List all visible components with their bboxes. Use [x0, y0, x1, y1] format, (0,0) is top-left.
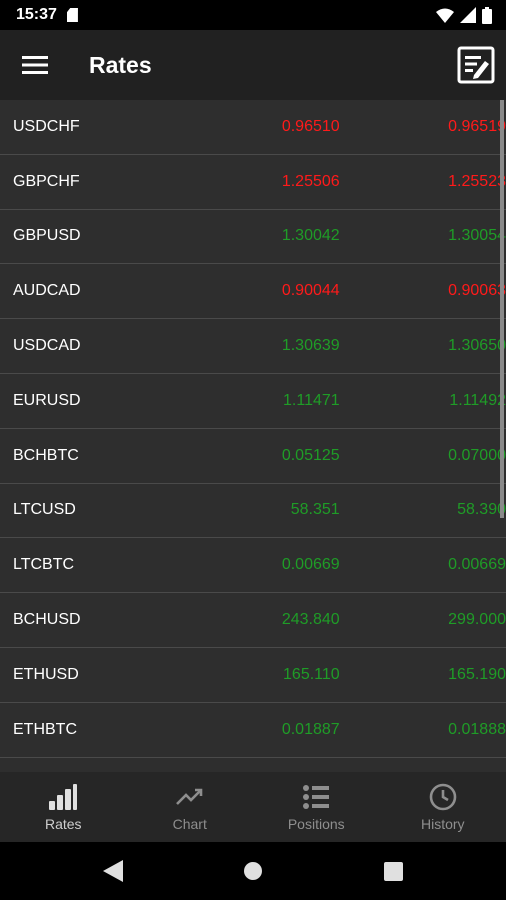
rate-bid: 0.05125 — [281, 446, 340, 464]
rate-row[interactable]: ETHUSD 165.110 165.190 — [0, 647, 506, 703]
recents-square-icon — [383, 861, 403, 881]
nav-chart[interactable]: Chart — [127, 772, 254, 842]
hamburger-menu-icon — [22, 56, 48, 74]
rate-bid: 0.96510 — [281, 117, 340, 135]
rate-ask: 299.000 — [448, 611, 506, 629]
rate-symbol: GBPCHF — [13, 172, 80, 190]
rate-row[interactable]: USDCHF 0.96510 0.96519 — [0, 100, 506, 155]
rate-ask: 0.01888 — [448, 720, 506, 738]
rate-symbol: LTCBTC — [13, 556, 75, 574]
rate-bid: 1.25506 — [281, 172, 340, 190]
rate-ask: 0.96519 — [448, 117, 506, 135]
battery-icon — [482, 6, 492, 24]
bottom-nav: Rates Chart Positions History — [0, 772, 506, 842]
rate-bid: 1.11471 — [283, 391, 340, 409]
sd-card-icon — [66, 8, 78, 22]
nav-history-label: History — [420, 816, 465, 832]
rate-bid: 58.351 — [290, 501, 340, 519]
rate-row[interactable]: GBPCHF 1.25506 1.25523 — [0, 154, 506, 210]
system-back-button[interactable] — [43, 860, 183, 882]
nav-rates[interactable]: Rates — [0, 772, 127, 842]
rate-row[interactable]: ETHBTC 0.01887 0.01888 — [0, 702, 506, 758]
rate-symbol: BCHUSD — [13, 611, 81, 629]
list-icon — [303, 785, 330, 809]
rate-bid: 165.110 — [283, 665, 340, 683]
rate-row[interactable]: LTCBTC 0.00669 0.00669 — [0, 538, 506, 594]
rate-row[interactable]: BCHUSD 243.840 299.000 — [0, 593, 506, 648]
rate-bid: 243.840 — [281, 611, 340, 629]
rate-symbol: BCHBTC — [13, 446, 79, 464]
rate-ask: 0.90063 — [448, 282, 506, 300]
rate-symbol: ETHBTC — [13, 720, 77, 738]
back-triangle-icon — [103, 860, 123, 882]
clock-icon — [429, 783, 457, 811]
status-time: 15:37 — [16, 6, 57, 23]
system-recents-button[interactable] — [323, 861, 463, 881]
home-circle-icon — [244, 862, 262, 880]
rate-ask: 1.30054 — [448, 227, 506, 245]
rate-bid: 0.01887 — [281, 720, 340, 738]
nav-positions[interactable]: Positions — [253, 772, 380, 842]
new-order-button[interactable] — [456, 45, 496, 85]
rate-row[interactable]: BCHBTC 0.05125 0.07000 — [0, 428, 506, 484]
rate-row[interactable]: LTCUSD 58.351 58.390 — [0, 483, 506, 539]
status-bar: 15:37 — [0, 0, 506, 30]
bar-chart-icon — [49, 784, 78, 810]
menu-button[interactable] — [0, 30, 70, 100]
rate-ask: 1.11492 — [449, 391, 506, 409]
nav-rates-label: Rates — [44, 816, 82, 832]
rate-bid: 0.00669 — [281, 556, 340, 574]
rate-ask: 0.07000 — [448, 446, 506, 464]
rate-bid: 1.30639 — [281, 337, 340, 355]
rate-bid: 1.30042 — [281, 227, 340, 245]
rate-symbol: GBPUSD — [13, 227, 81, 245]
wifi-icon — [436, 8, 454, 23]
rate-bid: 0.90044 — [281, 282, 340, 300]
nav-chart-label: Chart — [172, 816, 207, 832]
rate-ask: 1.30650 — [448, 337, 506, 355]
rate-symbol: USDCHF — [13, 117, 80, 135]
rates-list[interactable]: USDCHF 0.96510 0.96519 GBPCHF 1.25506 1.25523… — [0, 100, 506, 772]
system-nav-bar — [0, 842, 506, 900]
edit-note-icon — [457, 46, 495, 84]
app-bar: Rates — [0, 30, 506, 100]
rate-symbol: EURUSD — [13, 391, 81, 409]
signal-icon — [460, 7, 476, 23]
rate-symbol: ETHUSD — [13, 665, 79, 683]
rate-ask: 58.390 — [457, 501, 506, 519]
rate-ask: 1.25523 — [448, 172, 506, 190]
scrollbar[interactable] — [500, 100, 504, 518]
rate-row[interactable]: USDCAD 1.30639 1.30650 — [0, 319, 506, 374]
rate-row[interactable]: GBPUSD 1.30042 1.30054 — [0, 209, 506, 265]
rate-symbol: USDCAD — [13, 337, 81, 355]
status-icons — [436, 6, 492, 24]
nav-history[interactable]: History — [380, 772, 506, 842]
rate-ask: 165.190 — [448, 665, 506, 683]
page-title: Rates — [89, 51, 152, 78]
rate-row[interactable]: AUDCAD 0.90044 0.90063 — [0, 264, 506, 320]
rate-symbol: AUDCAD — [13, 282, 81, 300]
rate-row-partial[interactable] — [0, 757, 506, 772]
rate-row[interactable]: EURUSD 1.11471 1.11492 — [0, 373, 506, 429]
rate-ask: 0.00669 — [448, 556, 506, 574]
rate-symbol: LTCUSD — [13, 501, 76, 519]
nav-positions-label: Positions — [287, 816, 345, 832]
trending-up-icon — [175, 788, 203, 805]
system-home-button[interactable] — [183, 861, 323, 881]
